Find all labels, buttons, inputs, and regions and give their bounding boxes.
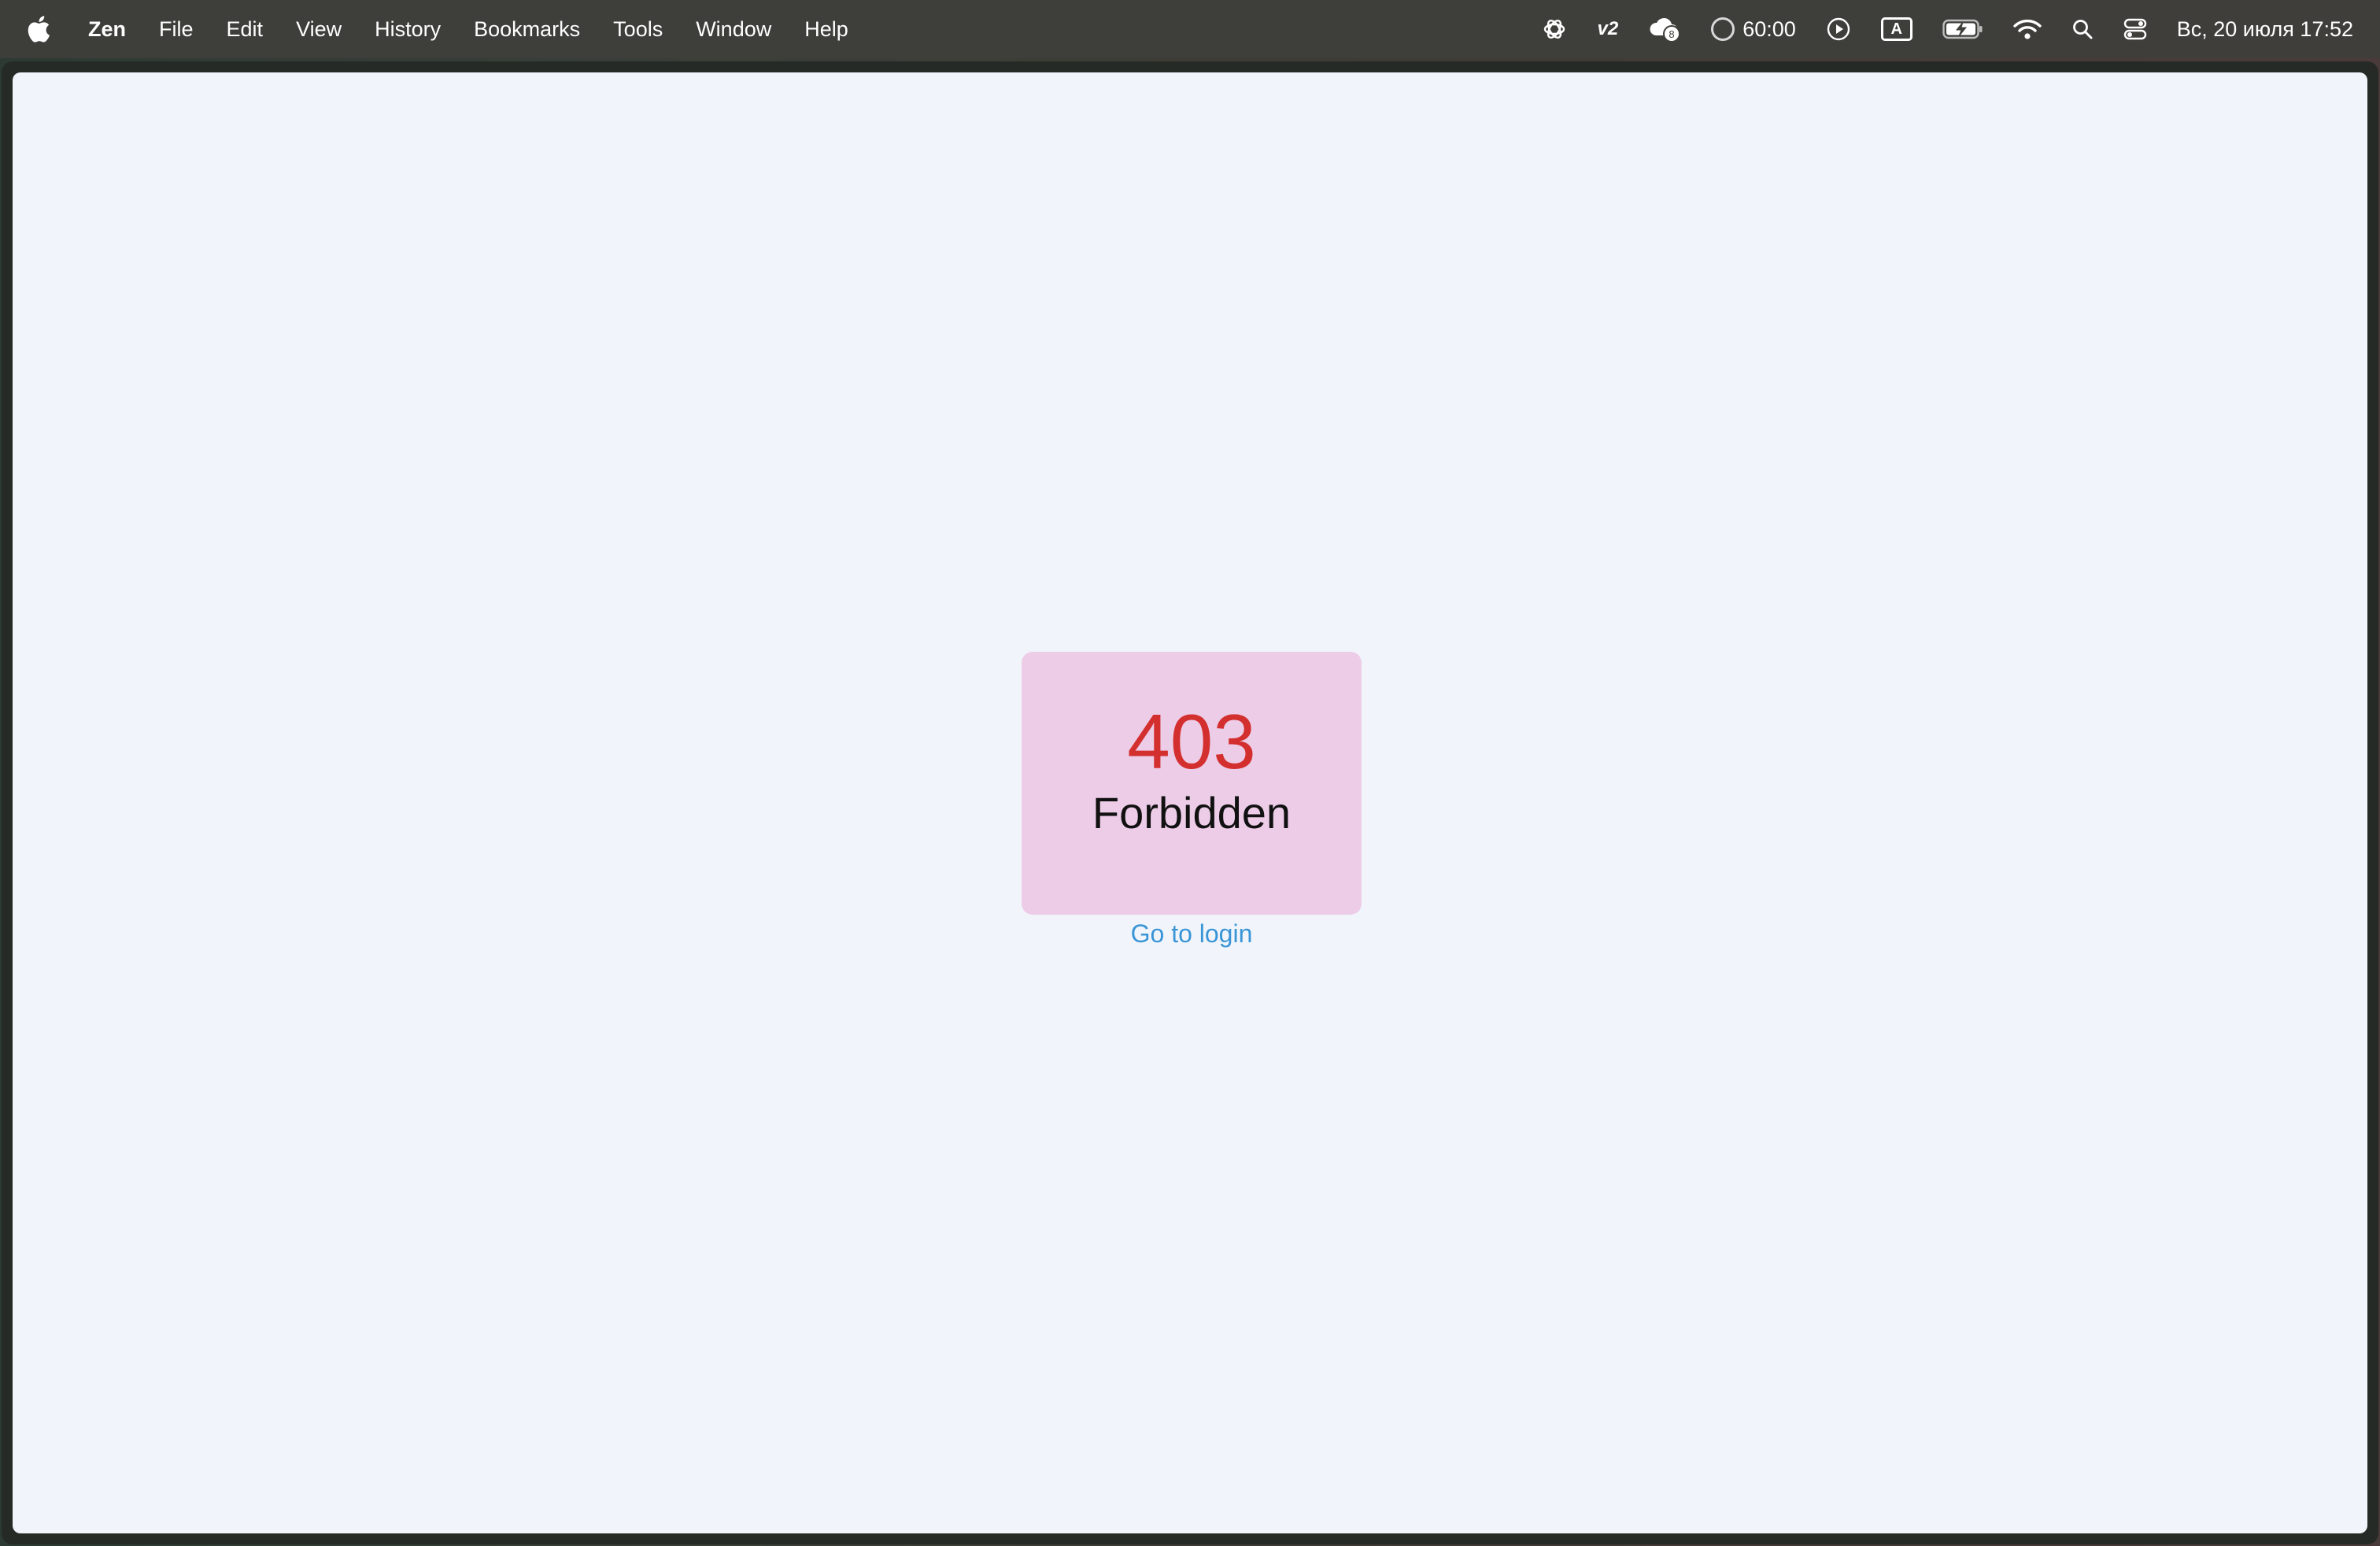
timer-circle-icon <box>1711 17 1735 41</box>
error-message: Forbidden <box>1092 788 1292 838</box>
apple-menu-icon[interactable] <box>27 15 50 43</box>
menu-bar-right: v2 8 60:00 A Вс, 20 июля 17:52 <box>1512 0 2353 58</box>
control-center-icon[interactable] <box>2123 17 2147 41</box>
menu-tools[interactable]: Tools <box>613 17 663 42</box>
browser-window: 403 Forbidden Go to login <box>2 61 2378 1544</box>
menu-file[interactable]: File <box>159 17 194 42</box>
error-card: 403 Forbidden <box>1022 652 1362 915</box>
play-icon[interactable] <box>1826 17 1851 42</box>
error-code: 403 <box>1127 698 1256 785</box>
wifi-icon[interactable] <box>2013 18 2042 40</box>
menu-view[interactable]: View <box>296 17 342 42</box>
cloud-badge-icon[interactable]: 8 <box>1648 15 1681 43</box>
menu-history[interactable]: History <box>375 17 441 42</box>
openai-icon[interactable] <box>1542 17 1567 42</box>
menu-window[interactable]: Window <box>696 17 771 42</box>
battery-icon[interactable] <box>1942 18 1983 40</box>
cloud-badge-count: 8 <box>1669 28 1675 40</box>
keyboard-layout-icon[interactable]: A <box>1880 17 1913 41</box>
v2-app-icon[interactable]: v2 <box>1597 18 1618 40</box>
menu-bar: Zen File Edit View History Bookmarks Too… <box>0 0 2380 58</box>
timer-widget[interactable]: 60:00 <box>1711 17 1796 42</box>
menu-bar-clock[interactable]: Вс, 20 июля 17:52 <box>2177 17 2353 42</box>
page-viewport: 403 Forbidden Go to login <box>13 72 2367 1533</box>
menu-edit[interactable]: Edit <box>227 17 264 42</box>
menu-bookmarks[interactable]: Bookmarks <box>474 17 580 42</box>
menu-app-name[interactable]: Zen <box>88 17 126 42</box>
go-to-login-link[interactable]: Go to login <box>1022 919 1362 949</box>
keyboard-layout-label: A <box>1880 17 1913 41</box>
timer-value: 60:00 <box>1743 17 1796 41</box>
search-icon[interactable] <box>2071 18 2094 40</box>
menu-bar-left: Zen File Edit View History Bookmarks Too… <box>27 0 881 58</box>
menu-help[interactable]: Help <box>804 17 848 42</box>
